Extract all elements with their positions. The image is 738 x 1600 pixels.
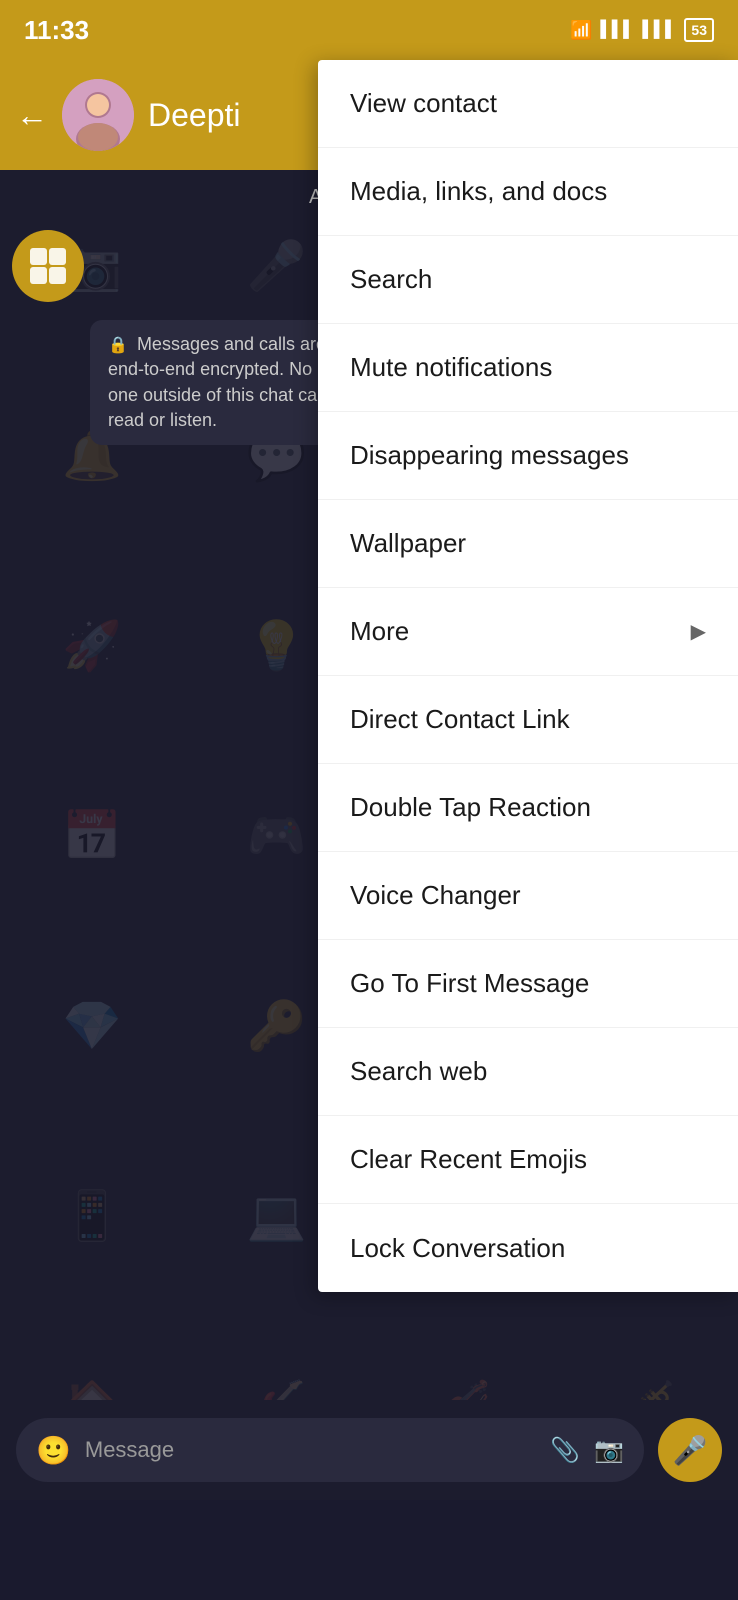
encryption-notice: 🔒 Messages and calls are end-to-end encr… <box>90 320 350 445</box>
menu-item-view-contact[interactable]: View contact <box>318 60 738 148</box>
emoji-button[interactable]: 🙂 <box>36 1434 71 1467</box>
menu-label-11: Search web <box>350 1056 487 1087</box>
menu-item-voice-changer[interactable]: Voice Changer <box>318 852 738 940</box>
mic-button[interactable]: 🎤 <box>658 1418 722 1482</box>
submenu-arrow-icon: ▶ <box>691 619 706 644</box>
wifi-icon: 📶 <box>570 20 592 41</box>
status-bar: 11:33 📶 ▌▌▌ ▌▌▌ 53 <box>0 0 738 60</box>
avatar[interactable] <box>62 79 134 151</box>
dropdown-menu: View contact Media, links, and docs Search… <box>318 60 738 1292</box>
menu-item-go-to-first-message[interactable]: Go To First Message <box>318 940 738 1028</box>
menu-item-disappearing-messages[interactable]: Disappearing messages <box>318 412 738 500</box>
menu-item-lock-conversation[interactable]: Lock Conversation <box>318 1204 738 1292</box>
menu-item-clear-recent-emojis[interactable]: Clear Recent Emojis <box>318 1116 738 1204</box>
input-bar: 🙂 Message 📎 📷 🎤 <box>0 1400 738 1500</box>
message-input[interactable]: Message <box>85 1437 536 1463</box>
menu-item-more[interactable]: More ▶ <box>318 588 738 676</box>
bg-icon: 📅 <box>0 740 185 930</box>
lock-icon: 🔒 <box>108 337 128 354</box>
bg-icon: 💎 <box>0 930 185 1120</box>
menu-label-2: Search <box>350 264 432 295</box>
menu-label-5: Wallpaper <box>350 528 466 559</box>
menu-label-8: Double Tap Reaction <box>350 792 591 823</box>
menu-label-6: More <box>350 616 409 647</box>
attach-button[interactable]: 📎 <box>550 1436 580 1465</box>
status-icons: 📶 ▌▌▌ ▌▌▌ 53 <box>570 18 714 42</box>
menu-item-media,-links,-and-docs[interactable]: Media, links, and docs <box>318 148 738 236</box>
bg-icon: 🚀 <box>0 550 185 740</box>
menu-item-wallpaper[interactable]: Wallpaper <box>318 500 738 588</box>
signal-bars-icon: ▌▌▌ <box>600 21 634 39</box>
menu-item-double-tap-reaction[interactable]: Double Tap Reaction <box>318 764 738 852</box>
bg-icon: 📱 <box>0 1120 185 1310</box>
battery-icon: 53 <box>684 18 714 42</box>
menu-label-3: Mute notifications <box>350 352 552 383</box>
menu-label-13: Lock Conversation <box>350 1233 565 1264</box>
back-button[interactable]: ← <box>16 97 48 134</box>
signal-bars-2-icon: ▌▌▌ <box>642 21 676 39</box>
menu-label-10: Go To First Message <box>350 968 589 999</box>
menu-label-0: View contact <box>350 88 497 119</box>
menu-item-direct-contact-link[interactable]: Direct Contact Link <box>318 676 738 764</box>
menu-label-12: Clear Recent Emojis <box>350 1144 587 1175</box>
menu-item-search[interactable]: Search <box>318 236 738 324</box>
menu-item-search-web[interactable]: Search web <box>318 1028 738 1116</box>
encryption-text: Messages and calls are end-to-end encryp… <box>108 334 327 430</box>
menu-label-7: Direct Contact Link <box>350 704 570 735</box>
status-time: 11:33 <box>24 15 89 46</box>
camera-button[interactable]: 📷 <box>594 1436 624 1465</box>
menu-label-9: Voice Changer <box>350 880 521 911</box>
message-input-field[interactable]: 🙂 Message 📎 📷 <box>16 1418 644 1482</box>
menu-label-1: Media, links, and docs <box>350 176 607 207</box>
menu-item-mute-notifications[interactable]: Mute notifications <box>318 324 738 412</box>
golden-bubble <box>12 230 84 302</box>
menu-label-4: Disappearing messages <box>350 440 629 471</box>
